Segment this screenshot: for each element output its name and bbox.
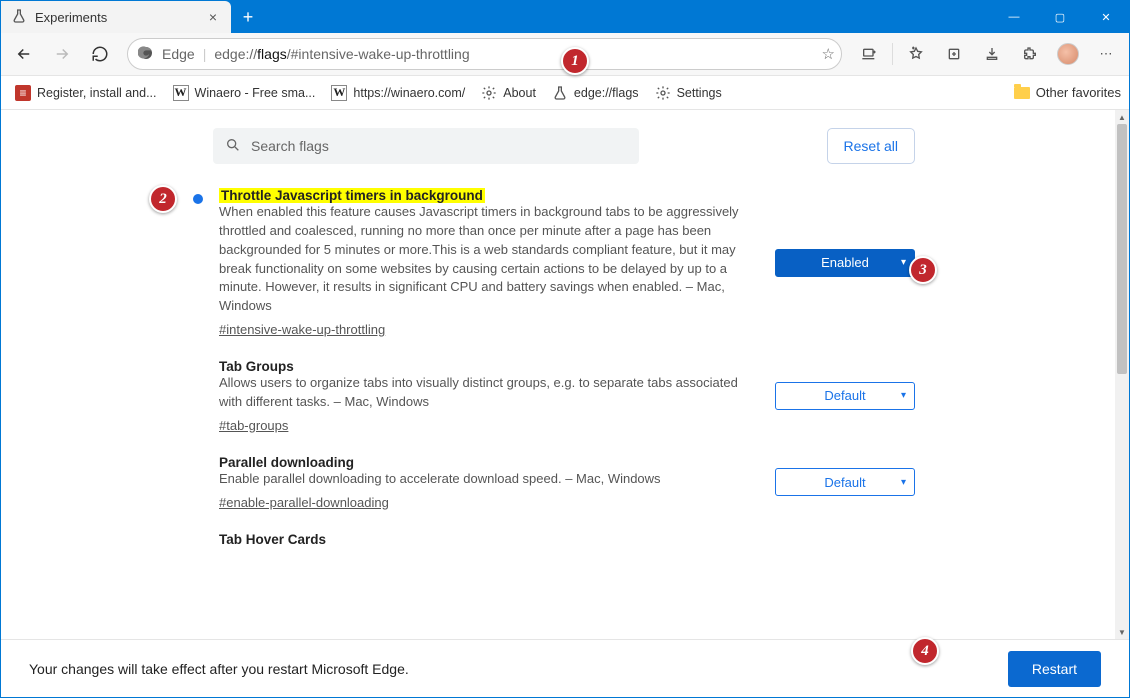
close-window-button[interactable]: ✕ [1083, 1, 1129, 33]
scroll-down-icon[interactable]: ▼ [1115, 625, 1129, 639]
callout-badge: 2 [149, 185, 177, 213]
search-icon [225, 137, 241, 156]
bookmarks-bar: ≡ Register, install and... W Winaero - F… [1, 76, 1129, 110]
flag-state-select[interactable]: Enabled ▾ [775, 249, 915, 277]
callout-badge: 4 [911, 637, 939, 665]
window: Experiments × + — ▢ ✕ Edge | edge://flag… [0, 0, 1130, 698]
maximize-button[interactable]: ▢ [1037, 1, 1083, 33]
flag-description: Enable parallel downloading to accelerat… [219, 470, 759, 489]
flag-title: Tab Hover Cards [219, 532, 326, 547]
callout-badge: 1 [561, 47, 589, 75]
menu-button[interactable]: ⋯ [1089, 38, 1123, 70]
favorite-star-icon[interactable]: ☆ [822, 45, 835, 63]
bookmark-label: Winaero - Free sma... [195, 86, 316, 100]
callout-badge: 3 [909, 256, 937, 284]
bookmark-label: edge://flags [574, 86, 639, 100]
titlebar: Experiments × + — ▢ ✕ [1, 1, 1129, 33]
profile-avatar[interactable] [1051, 38, 1085, 70]
favorites-icon[interactable] [899, 38, 933, 70]
forward-button[interactable] [45, 38, 79, 70]
browser-tab[interactable]: Experiments × [1, 1, 231, 33]
flag-anchor-link[interactable]: #tab-groups [219, 418, 288, 433]
bookmark-item[interactable]: Settings [649, 81, 728, 105]
window-controls: — ▢ ✕ [991, 1, 1129, 33]
send-to-device-icon[interactable] [852, 38, 886, 70]
other-favorites-label: Other favorites [1036, 85, 1121, 100]
restart-button[interactable]: Restart [1008, 651, 1101, 687]
flask-icon [11, 8, 27, 27]
flag-state-select[interactable]: Default ▾ [775, 468, 915, 496]
back-button[interactable] [7, 38, 41, 70]
bookmark-label: https://winaero.com/ [353, 86, 465, 100]
flask-icon [552, 85, 568, 101]
flag-title: Parallel downloading [219, 455, 354, 470]
bookmark-label: Settings [677, 86, 722, 100]
bookmark-item[interactable]: edge://flags [546, 81, 645, 105]
vertical-scrollbar[interactable]: ▲ ▼ [1115, 110, 1129, 639]
flag-entry: Tab Hover Cards [1, 518, 1115, 556]
flag-entry: Tab Groups Allows users to organize tabs… [1, 345, 1115, 441]
site-icon: W [331, 85, 347, 101]
chevron-down-icon: ▾ [901, 390, 906, 401]
gear-icon [655, 85, 671, 101]
flag-description: When enabled this feature causes Javascr… [219, 203, 759, 316]
reset-all-button[interactable]: Reset all [827, 128, 915, 164]
address-bar[interactable]: Edge | edge://flags/#intensive-wake-up-t… [127, 38, 842, 70]
new-tab-button[interactable]: + [231, 1, 265, 33]
site-icon: W [173, 85, 189, 101]
other-favorites[interactable]: Other favorites [1014, 85, 1121, 100]
bookmark-label: Register, install and... [37, 86, 157, 100]
edge-logo-icon [138, 45, 154, 64]
scroll-up-icon[interactable]: ▲ [1115, 110, 1129, 124]
minimize-button[interactable]: — [991, 1, 1037, 33]
search-placeholder: Search flags [251, 138, 329, 154]
collections-icon[interactable] [937, 38, 971, 70]
flag-title: Throttle Javascript timers in background [219, 188, 485, 203]
flag-description: Allows users to organize tabs into visua… [219, 374, 759, 412]
bookmark-item[interactable]: ≡ Register, install and... [9, 81, 163, 105]
folder-icon [1014, 87, 1030, 99]
flag-state-select[interactable]: Default ▾ [775, 382, 915, 410]
site-icon: ≡ [15, 85, 31, 101]
refresh-button[interactable] [83, 38, 117, 70]
flag-entry: Parallel downloading Enable parallel dow… [1, 441, 1115, 518]
chevron-down-icon: ▾ [901, 477, 906, 488]
scrollbar-thumb[interactable] [1117, 124, 1127, 374]
bookmark-item[interactable]: About [475, 81, 542, 105]
downloads-icon[interactable] [975, 38, 1009, 70]
separator [892, 43, 893, 65]
restart-message: Your changes will take effect after you … [29, 661, 409, 677]
flag-anchor-link[interactable]: #intensive-wake-up-throttling [219, 322, 385, 337]
chevron-down-icon: ▾ [901, 257, 906, 268]
url-text: edge://flags/#intensive-wake-up-throttli… [214, 46, 469, 62]
gear-icon [481, 85, 497, 101]
flag-title: Tab Groups [219, 359, 294, 374]
separator: | [203, 46, 207, 62]
flag-anchor-link[interactable]: #enable-parallel-downloading [219, 495, 389, 510]
bookmark-item[interactable]: W Winaero - Free sma... [167, 81, 322, 105]
extensions-icon[interactable] [1013, 38, 1047, 70]
restart-footer: Your changes will take effect after you … [1, 639, 1129, 697]
edge-label: Edge [162, 46, 195, 62]
bookmark-label: About [503, 86, 536, 100]
close-tab-icon[interactable]: × [205, 9, 221, 25]
tab-title: Experiments [35, 10, 107, 25]
search-flags-input[interactable]: Search flags [213, 128, 639, 164]
modified-indicator-icon [193, 194, 203, 204]
bookmark-item[interactable]: W https://winaero.com/ [325, 81, 471, 105]
